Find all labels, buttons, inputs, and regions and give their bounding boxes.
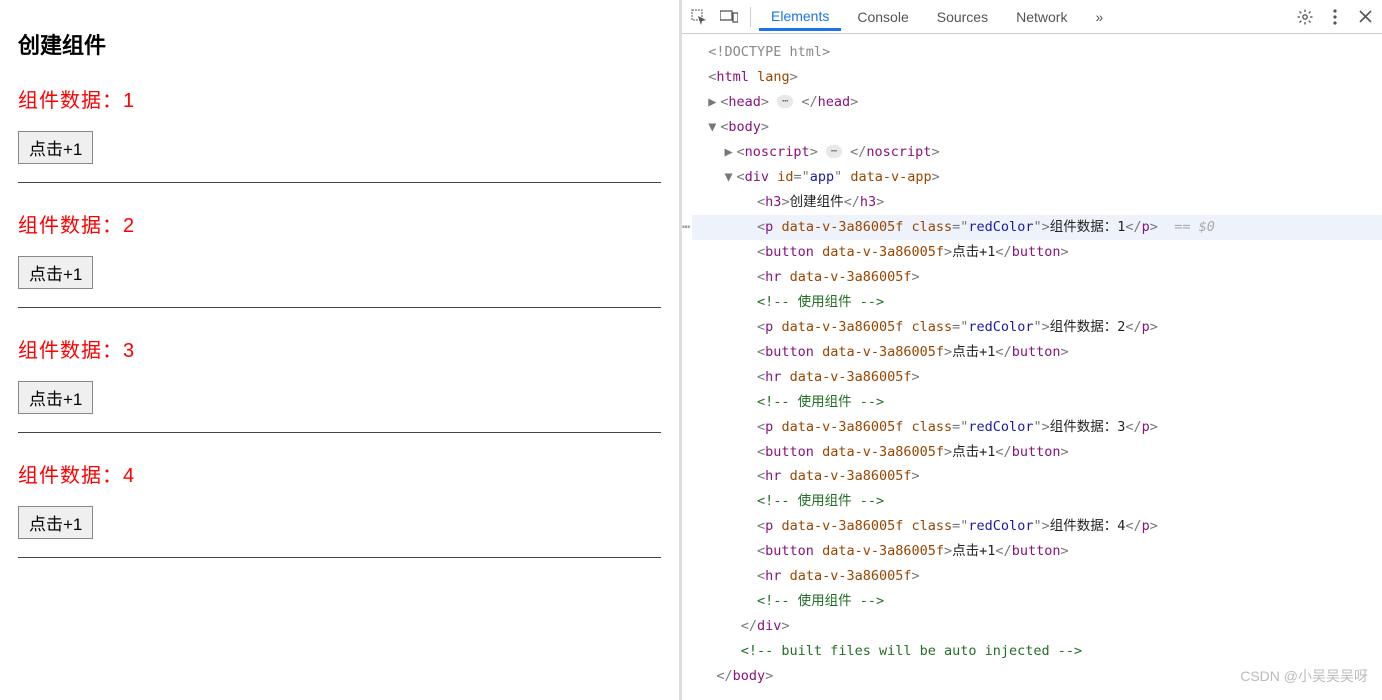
watermark: CSDN @小吴吴吴呀 — [1240, 664, 1368, 690]
tab-sources[interactable]: Sources — [925, 3, 1000, 31]
dom-tree-line[interactable]: <hr data-v-3a86005f> — [692, 265, 1382, 290]
component-data-label: 组件数据：4 — [18, 459, 661, 488]
dom-tree-line[interactable]: <!-- 使用组件 --> — [692, 390, 1382, 415]
dom-tree-line[interactable]: <button data-v-3a86005f>点击+1</button> — [692, 440, 1382, 465]
gear-icon[interactable] — [1292, 4, 1318, 30]
app-preview-pane: 创建组件 组件数据：1 点击+1 组件数据：2 点击+1 组件数据：3 点击+1… — [0, 0, 682, 700]
tab-elements[interactable]: Elements — [759, 2, 841, 31]
devtools-tabbar: Elements Console Sources Network » — [682, 0, 1382, 34]
dom-tree-line[interactable]: ▼<div id="app" data-v-app> — [692, 165, 1382, 190]
tabs-overflow[interactable]: » — [1083, 3, 1115, 31]
selected-line-marker: ⋯ — [682, 215, 690, 240]
dom-tree-line[interactable]: <hr data-v-3a86005f> — [692, 564, 1382, 589]
device-toolbar-icon[interactable] — [716, 4, 742, 30]
page-title: 创建组件 — [18, 28, 661, 60]
increment-button[interactable]: 点击+1 — [18, 256, 93, 289]
dom-tree-line[interactable]: </div> — [692, 614, 1382, 639]
increment-button[interactable]: 点击+1 — [18, 381, 93, 414]
dom-tree-line[interactable]: <hr data-v-3a86005f> — [692, 365, 1382, 390]
separator — [750, 7, 751, 27]
dom-tree-line[interactable]: <!-- 使用组件 --> — [692, 290, 1382, 315]
kebab-icon[interactable] — [1322, 4, 1348, 30]
dom-tree-line[interactable]: <!DOCTYPE html> — [692, 40, 1382, 65]
component-data-label: 组件数据：3 — [18, 334, 661, 363]
dom-tree-line[interactable]: <!-- 使用组件 --> — [692, 589, 1382, 614]
dom-tree-line[interactable]: <!-- built files will be auto injected -… — [692, 639, 1382, 664]
dom-tree-line[interactable]: <button data-v-3a86005f>点击+1</button> — [692, 539, 1382, 564]
component-data-label: 组件数据：2 — [18, 209, 661, 238]
increment-button[interactable]: 点击+1 — [18, 506, 93, 539]
component-instance: 组件数据：4 点击+1 — [18, 459, 661, 558]
inspect-icon[interactable] — [686, 4, 712, 30]
tab-console[interactable]: Console — [845, 3, 920, 31]
dom-tree-line[interactable]: ▼<body> — [692, 115, 1382, 140]
tab-network[interactable]: Network — [1004, 3, 1079, 31]
dom-tree-line[interactable]: <!-- 使用组件 --> — [692, 489, 1382, 514]
component-instance: 组件数据：2 点击+1 — [18, 209, 661, 308]
elements-tree[interactable]: <!DOCTYPE html> <html lang> ▶<head> ⋯ </… — [682, 34, 1382, 700]
dom-tree-line[interactable]: ▶<head> ⋯ </head> — [692, 90, 1382, 115]
divider — [18, 182, 661, 183]
divider — [18, 307, 661, 308]
component-instance: 组件数据：3 点击+1 — [18, 334, 661, 433]
dom-tree-line[interactable]: <h3>创建组件</h3> — [692, 190, 1382, 215]
dom-tree-line[interactable]: ▶<noscript> ⋯ </noscript> — [692, 140, 1382, 165]
dom-tree-line[interactable]: <button data-v-3a86005f>点击+1</button> — [692, 340, 1382, 365]
divider — [18, 557, 661, 558]
dom-tree-line[interactable]: <button data-v-3a86005f>点击+1</button> — [692, 240, 1382, 265]
dom-tree-line[interactable]: <hr data-v-3a86005f> — [692, 464, 1382, 489]
close-icon[interactable] — [1352, 4, 1378, 30]
dom-tree-line[interactable]: <html lang> — [692, 65, 1382, 90]
increment-button[interactable]: 点击+1 — [18, 131, 93, 164]
devtools-panel: Elements Console Sources Network » <!DOC… — [682, 0, 1382, 700]
dom-tree-line[interactable]: <p data-v-3a86005f class="redColor">组件数据… — [692, 315, 1382, 340]
dom-tree-line[interactable]: ⋯ <p data-v-3a86005f class="redColor">组件… — [692, 215, 1382, 240]
dom-tree-line[interactable]: <p data-v-3a86005f class="redColor">组件数据… — [692, 514, 1382, 539]
component-instance: 组件数据：1 点击+1 — [18, 84, 661, 183]
divider — [18, 432, 661, 433]
component-data-label: 组件数据：1 — [18, 84, 661, 113]
dom-tree-line[interactable]: <p data-v-3a86005f class="redColor">组件数据… — [692, 415, 1382, 440]
